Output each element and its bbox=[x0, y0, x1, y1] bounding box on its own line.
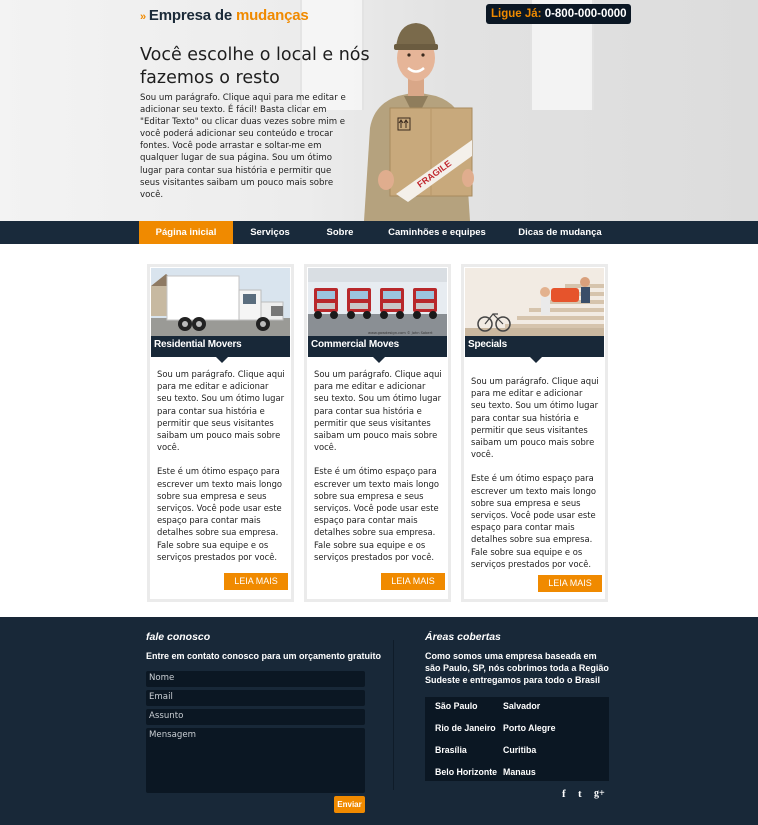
phone-label: Ligue Já: bbox=[491, 8, 542, 20]
card-text: Sou um parágrafo. Clique aqui para me ed… bbox=[314, 368, 442, 563]
city-item: Rio de Janeiro bbox=[435, 723, 496, 733]
service-card-specials: Specials Sou um parágrafo. Clique aqui p… bbox=[461, 264, 608, 602]
read-more-button[interactable]: LEIA MAIS bbox=[381, 573, 445, 590]
footer-divider bbox=[393, 640, 394, 790]
card-text: Sou um parágrafo. Clique aqui para me ed… bbox=[157, 368, 285, 563]
card-paragraph-2: Este é um ótimo espaço para escrever um … bbox=[314, 466, 440, 562]
card-paragraph-1: Sou um parágrafo. Clique aqui para me ed… bbox=[157, 369, 285, 453]
card-paragraph-1: Sou um parágrafo. Clique aqui para me ed… bbox=[471, 376, 599, 460]
card-paragraph-1: Sou um parágrafo. Clique aqui para me ed… bbox=[314, 369, 442, 453]
main-nav: Página inicial Serviços Sobre Caminhões … bbox=[0, 221, 758, 244]
card-paragraph-2: Este é um ótimo espaço para escrever um … bbox=[471, 473, 597, 569]
footer bbox=[0, 617, 758, 825]
card-title-bar: Residential Movers bbox=[151, 336, 290, 357]
read-more-button[interactable]: LEIA MAIS bbox=[538, 575, 602, 592]
city-item: Curitiba bbox=[503, 745, 537, 755]
nav-item-services[interactable]: Serviços bbox=[238, 221, 302, 244]
contact-heading: fale conosco bbox=[146, 631, 211, 643]
nav-item-about[interactable]: Sobre bbox=[310, 221, 370, 244]
phone-badge[interactable]: Ligue Já: 0-800-000-0000 bbox=[486, 4, 631, 24]
city-item: Salvador bbox=[503, 701, 541, 711]
send-button[interactable]: Enviar bbox=[334, 796, 365, 813]
city-item: Belo Horizonte bbox=[435, 767, 498, 777]
google-plus-icon[interactable]: g+ bbox=[594, 788, 605, 799]
contact-subheading: Entre em contato conosco para um orçamen… bbox=[146, 651, 382, 661]
phone-number: 0-800-000-0000 bbox=[544, 8, 627, 20]
twitter-icon[interactable]: t bbox=[578, 788, 582, 800]
card-title: Commercial Moves bbox=[311, 339, 399, 350]
service-card-residential: Residential Movers Sou um parágrafo. Cli… bbox=[147, 264, 294, 602]
truck-photo bbox=[151, 268, 290, 336]
card-title: Residential Movers bbox=[154, 339, 242, 350]
hero-paragraph: Sou um parágrafo. Clique aqui para me ed… bbox=[140, 93, 346, 200]
site-logo[interactable]: » Empresa de mudanças bbox=[140, 7, 309, 24]
areas-subheading: Como somos uma empresa baseada em são Pa… bbox=[425, 651, 609, 685]
hero-title: Você escolhe o local e nós fazemos o res… bbox=[140, 45, 370, 88]
logo-arrows-icon: » bbox=[140, 11, 146, 23]
hero-banner: » Empresa de mudanças Ligue Já: 0-800-000… bbox=[0, 0, 758, 221]
card-notch bbox=[373, 357, 385, 363]
city-item: Manaus bbox=[503, 767, 536, 777]
service-card-commercial: www.gawdesign.com © John Sobert Commerci… bbox=[304, 264, 451, 602]
subject-field[interactable]: Assunto bbox=[146, 709, 365, 725]
movers-stairs-photo bbox=[465, 268, 604, 336]
cities-panel: São Paulo Salvador Rio de Janeiro Porto … bbox=[425, 697, 609, 781]
card-text: Sou um parágrafo. Clique aqui para me ed… bbox=[471, 375, 599, 570]
name-field[interactable]: Nome bbox=[146, 671, 365, 687]
facebook-icon[interactable]: f bbox=[562, 788, 566, 800]
email-field[interactable]: Email bbox=[146, 690, 365, 706]
nav-item-trucks-teams[interactable]: Caminhões e equipes bbox=[378, 221, 496, 244]
card-title: Specials bbox=[468, 339, 507, 350]
card-title-bar: Commercial Moves bbox=[308, 336, 447, 357]
trucks-fleet-photo: www.gawdesign.com © John Sobert bbox=[308, 268, 447, 336]
message-field[interactable]: Mensagem bbox=[146, 728, 365, 793]
city-item: Brasília bbox=[435, 745, 467, 755]
photo-credit: www.gawdesign.com © John Sobert bbox=[368, 331, 433, 335]
city-item: São Paulo bbox=[435, 701, 478, 711]
nav-item-home[interactable]: Página inicial bbox=[139, 221, 233, 244]
areas-heading: Áreas cobertas bbox=[425, 631, 501, 643]
read-more-button[interactable]: LEIA MAIS bbox=[224, 573, 288, 590]
card-notch bbox=[530, 357, 542, 363]
city-item: Porto Alegre bbox=[503, 723, 556, 733]
card-paragraph-2: Este é um ótimo espaço para escrever um … bbox=[157, 466, 283, 562]
card-notch bbox=[216, 357, 228, 363]
logo-word-2: mudanças bbox=[235, 7, 309, 24]
nav-item-moving-tips[interactable]: Dicas de mudança bbox=[506, 221, 614, 244]
mover-photo: FRAGILE bbox=[364, 23, 474, 221]
logo-word-1: Empresa de bbox=[148, 7, 232, 24]
card-title-bar: Specials bbox=[465, 336, 604, 357]
